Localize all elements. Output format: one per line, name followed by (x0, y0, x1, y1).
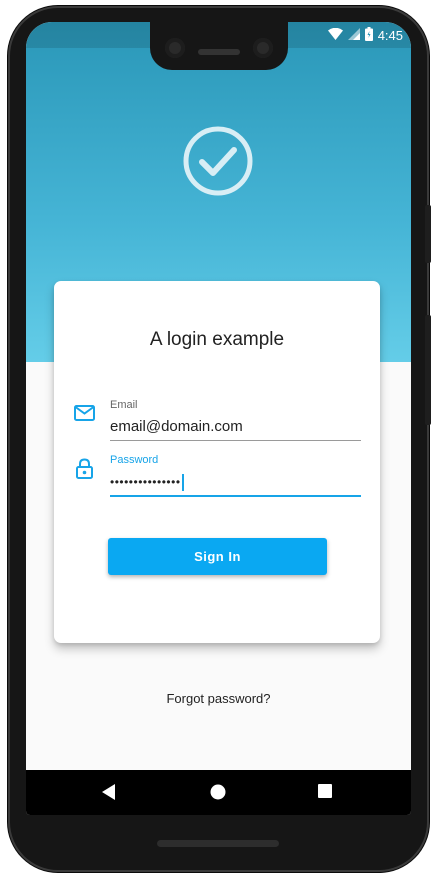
recent-apps-icon[interactable] (318, 784, 332, 803)
front-camera (165, 38, 185, 58)
email-field[interactable]: Email email@domain.com (110, 399, 361, 441)
power-button (425, 315, 431, 425)
password-label: Password (110, 454, 159, 466)
screen: 4:45 A login example Email email@domain.… (26, 22, 411, 815)
password-underline (110, 495, 361, 497)
text-cursor (181, 474, 184, 492)
login-card: A login example Email email@domain.com P… (54, 281, 380, 643)
card-title: A login example (149, 329, 285, 350)
email-label: Email (110, 399, 138, 411)
navigation-bar (26, 770, 411, 815)
email-value: email@domain.com (110, 418, 243, 435)
lock-icon (76, 458, 93, 484)
volume-button (425, 205, 431, 263)
password-field[interactable]: Password ••••••••••••••• (110, 454, 361, 497)
wifi-icon (327, 27, 343, 43)
forgot-password-link[interactable]: Forgot password? (26, 691, 411, 706)
camera-notch (150, 22, 288, 70)
earpiece-speaker (198, 49, 240, 55)
email-underline (110, 440, 361, 441)
battery-icon (364, 27, 373, 44)
sign-in-button[interactable]: Sign In (108, 538, 327, 575)
password-value: ••••••••••••••• (110, 475, 181, 489)
check-circle-icon (181, 124, 255, 198)
home-icon[interactable] (210, 784, 226, 805)
mail-icon (74, 405, 95, 426)
bottom-speaker (157, 840, 279, 847)
front-sensor (253, 38, 273, 58)
status-time: 4:45 (377, 28, 403, 43)
cellular-signal-icon (347, 28, 360, 43)
back-icon[interactable] (102, 784, 116, 805)
